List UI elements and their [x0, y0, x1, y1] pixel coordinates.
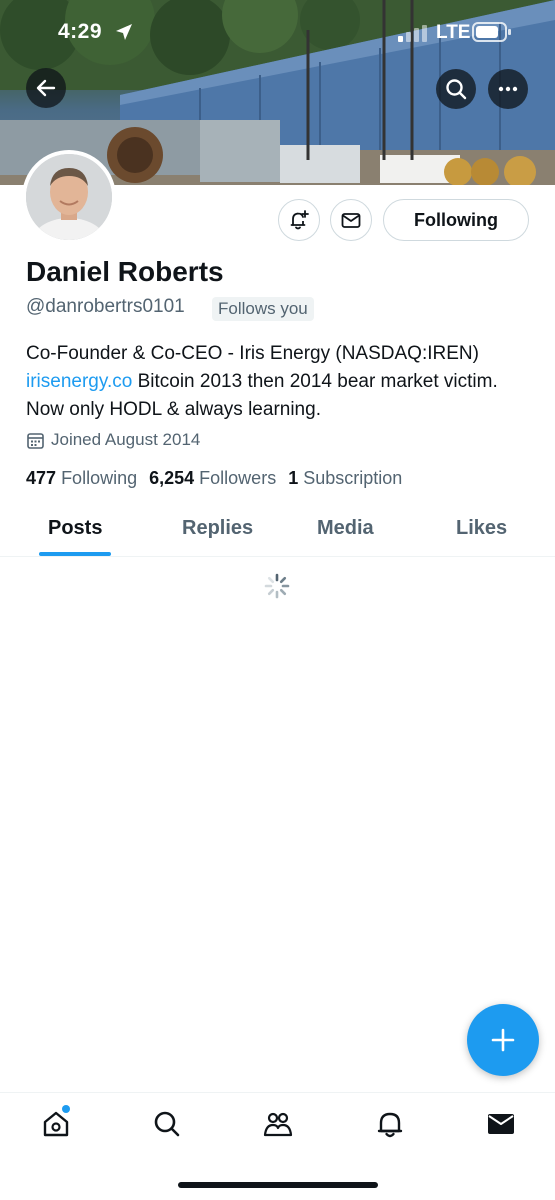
- avatar[interactable]: [22, 150, 116, 244]
- notify-button[interactable]: [278, 199, 320, 241]
- profile-name: Daniel Roberts: [26, 256, 224, 287]
- home-icon[interactable]: [41, 1109, 71, 1139]
- profile-handle: @danrobertrs0101: [26, 296, 185, 317]
- back-button[interactable]: [26, 68, 66, 108]
- status-time: 4:29: [58, 20, 103, 43]
- search-icon: [446, 79, 467, 100]
- status-bar: 4:29 LTE: [0, 0, 555, 66]
- more-options-button[interactable]: [488, 69, 528, 109]
- profile-tabs: Posts Replies Media Likes: [0, 505, 555, 557]
- following-count: 477: [26, 468, 57, 488]
- message-button[interactable]: [330, 199, 372, 241]
- bio-text: Co-Founder & Co-CEO - Iris Energy (NASDA…: [26, 343, 479, 364]
- subscriptions-stat[interactable]: 1 Subscription: [288, 468, 402, 489]
- active-tab-indicator: [39, 552, 111, 556]
- bell-plus-icon: [290, 210, 309, 230]
- plus-icon: [491, 1028, 515, 1052]
- compose-button[interactable]: [467, 1004, 539, 1076]
- tab-likes[interactable]: Likes: [456, 517, 507, 540]
- following-stat-label: Following: [61, 468, 138, 488]
- envelope-icon: [341, 213, 361, 228]
- followers-stat-label: Followers: [199, 468, 277, 488]
- joined-date: Joined August 2014: [26, 430, 200, 450]
- home-indicator: [178, 1182, 378, 1188]
- home-notification-dot: [62, 1105, 70, 1113]
- search-button[interactable]: [436, 69, 476, 109]
- loading-spinner-icon: [264, 573, 290, 599]
- tab-posts[interactable]: Posts: [48, 517, 102, 540]
- follows-you-badge: Follows you: [212, 297, 314, 321]
- following-stat[interactable]: 477 Following: [26, 468, 137, 489]
- signal-icon: [398, 25, 427, 42]
- location-arrow-icon: [116, 24, 132, 40]
- calendar-icon: [27, 432, 44, 449]
- joined-label: Joined August 2014: [51, 430, 201, 449]
- tab-replies[interactable]: Replies: [182, 517, 253, 540]
- notifications-icon[interactable]: [375, 1109, 405, 1139]
- profile-stats: 477 Following 6,254 Followers 1 Subscrip…: [26, 468, 414, 489]
- messages-icon[interactable]: [486, 1109, 516, 1139]
- bio-link[interactable]: irisenergy.co: [26, 371, 132, 392]
- communities-icon[interactable]: [263, 1109, 293, 1139]
- subscriptions-stat-label: Subscription: [303, 468, 403, 488]
- network-label: LTE: [436, 22, 471, 43]
- more-horizontal-icon: [498, 86, 518, 92]
- tab-media[interactable]: Media: [317, 517, 374, 540]
- profile-bio: Co-Founder & Co-CEO - Iris Energy (NASDA…: [26, 340, 526, 424]
- followers-stat[interactable]: 6,254 Followers: [149, 468, 276, 489]
- following-button[interactable]: Following: [383, 199, 529, 241]
- arrow-left-icon: [36, 79, 56, 97]
- followers-count: 6,254: [149, 468, 195, 488]
- battery-icon: [472, 22, 511, 42]
- search-icon[interactable]: [152, 1109, 182, 1139]
- subscriptions-count: 1: [288, 468, 299, 488]
